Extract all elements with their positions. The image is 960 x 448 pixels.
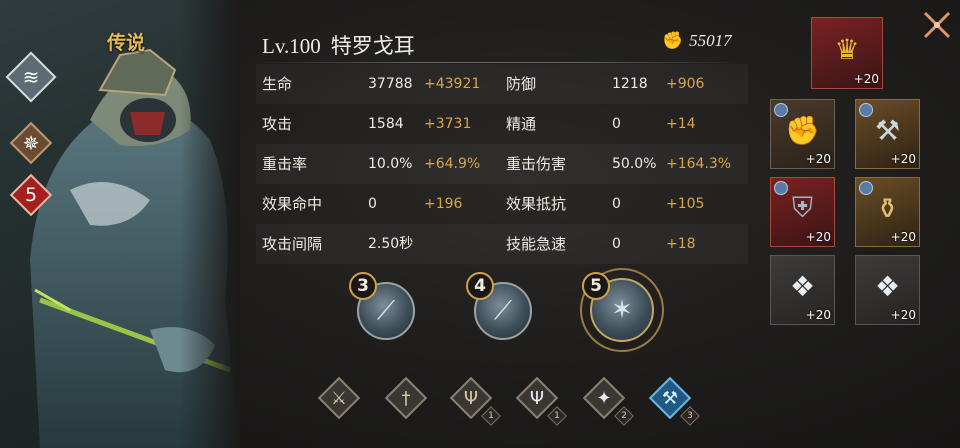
stat-bonus: +64.9% (424, 156, 481, 172)
skill-level: 5 (582, 272, 610, 300)
skill-level: 3 (349, 272, 377, 300)
gauntlet-icon: ✊ (785, 113, 820, 147)
equip-level: +20 (890, 230, 916, 244)
stat-row: 效果命中 0 +196 效果抵抗 0 +105 (256, 184, 748, 224)
crystal-icon: ❖ (874, 269, 901, 303)
stat-base: 37788 (368, 76, 413, 92)
stat-row: 攻击间隔 2.50秒 技能急速 0 +18 (256, 224, 748, 264)
hero-name: 特罗戈耳 (330, 34, 415, 58)
equip-crystal-2[interactable]: ❖ +20 (855, 255, 920, 325)
bracer-icon: ⚱ (875, 191, 900, 225)
stat-label: 效果抵抗 (506, 195, 567, 213)
combat-power-value: 55017 (689, 31, 732, 50)
equip-crown[interactable]: ♛ +20 (811, 17, 883, 89)
armor-icon: ⛨ (791, 191, 813, 224)
stat-label: 效果命中 (262, 195, 323, 213)
stat-label: 生命 (262, 75, 293, 93)
skill-level: 4 (466, 272, 494, 300)
sword-in-stone-icon: † (401, 387, 411, 409)
skill-2[interactable]: ⟋ 4 (466, 272, 538, 346)
stat-bonus: +18 (666, 236, 696, 252)
star-grade-value: 5 (24, 184, 38, 206)
close-icon (923, 11, 951, 39)
stat-bonus: +164.3% (666, 156, 732, 172)
fist-icon: ✊ (662, 31, 684, 51)
stat-label: 重击率 (262, 155, 308, 173)
equip-level: +20 (805, 152, 831, 166)
hero-level: Lv.100 (262, 34, 321, 58)
equip-level: +20 (805, 308, 831, 322)
claw-slash-icon: ⟋ (376, 295, 396, 326)
stat-label: 精通 (506, 115, 537, 133)
beast-strike-icon: ⟋ (493, 295, 513, 326)
hero-title: Lv.100 特罗戈耳 (262, 30, 425, 60)
stat-bonus: +3731 (424, 116, 472, 132)
stat-label: 重击伤害 (506, 155, 567, 173)
equip-weapon-2[interactable]: ⚒ +20 (855, 99, 920, 169)
element-badge[interactable]: ≋ (5, 51, 57, 103)
thorn-crown-icon: ♛ (834, 32, 860, 66)
stat-base: 0 (612, 116, 621, 132)
equip-bracer[interactable]: ⚱ +20 (855, 177, 920, 247)
close-button[interactable] (918, 6, 956, 44)
rune-count: 2 (621, 411, 627, 421)
equip-armor[interactable]: ⛨ +20 (770, 177, 835, 247)
star-grade-badge[interactable]: 5 (9, 173, 53, 217)
stat-base: 0 (368, 196, 377, 212)
equip-level: +20 (805, 230, 831, 244)
equip-level: +20 (890, 152, 916, 166)
stat-base: 1584 (368, 116, 404, 132)
rune-3[interactable]: Ψ 1 (449, 376, 501, 426)
stat-bonus: +105 (666, 196, 705, 212)
rune-6[interactable]: ⚒ 3 (648, 376, 700, 426)
stat-base: 10.0% (368, 156, 413, 172)
class-badge[interactable]: ✵ (9, 121, 53, 165)
stat-bonus: +14 (666, 116, 696, 132)
stat-base: 50.0% (612, 156, 657, 172)
stat-row: 生命 37788 +43921 防御 1218 +906 (256, 64, 748, 104)
stat-label: 攻击间隔 (262, 235, 323, 253)
stats-table: 生命 37788 +43921 防御 1218 +906 攻击 1584 +3731 精通 0 +14… (256, 64, 748, 264)
stat-bonus: +43921 (424, 76, 481, 92)
combat-power: ✊ 55017 (662, 31, 732, 51)
stat-label: 攻击 (262, 115, 293, 133)
stat-bonus: +906 (666, 76, 705, 92)
rune-count: 1 (488, 411, 494, 421)
stat-base: 0 (612, 196, 621, 212)
hero-detail-panel: 传说 ≋ ✵ 5 Lv.100 特罗戈耳 ✊ 55017 生命 37788 +4392… (0, 0, 960, 448)
skill-3[interactable]: ✶ 5 (580, 268, 664, 352)
rune-1[interactable]: ⚔ (317, 376, 361, 420)
stat-label: 防御 (506, 75, 537, 93)
equip-crystal-1[interactable]: ❖ +20 (770, 255, 835, 325)
stat-base: 1218 (612, 76, 648, 92)
stat-base: 2.50秒 (368, 236, 414, 252)
sword-icon: ⚔ (330, 387, 348, 409)
hero-portrait: 传说 ≋ ✵ 5 (0, 0, 240, 448)
hammer-icon: ⚒ (874, 113, 901, 147)
divider (256, 62, 742, 63)
rune-5[interactable]: ✦ 2 (582, 376, 634, 426)
stat-row: 重击率 10.0% +64.9% 重击伤害 50.0% +164.3% (256, 144, 748, 184)
rune-4[interactable]: Ψ 1 (515, 376, 567, 426)
stat-row: 攻击 1584 +3731 精通 0 +14 (256, 104, 748, 144)
rune-count: 1 (554, 411, 560, 421)
star-icon: ✵ (22, 131, 40, 155)
equip-level: +20 (890, 308, 916, 322)
rune-2[interactable]: † (384, 376, 428, 420)
equip-level: +20 (853, 72, 879, 86)
wind-icon: ≋ (22, 65, 40, 89)
equip-weapon-1[interactable]: ✊ +20 (770, 99, 835, 169)
stat-label: 技能急速 (506, 235, 567, 253)
crystal-icon: ❖ (789, 269, 816, 303)
skill-1[interactable]: ⟋ 3 (349, 272, 421, 346)
stat-bonus: +196 (424, 196, 463, 212)
rune-count: 3 (687, 411, 693, 421)
stat-base: 0 (612, 236, 621, 252)
rarity-label: 传说 (107, 32, 146, 54)
